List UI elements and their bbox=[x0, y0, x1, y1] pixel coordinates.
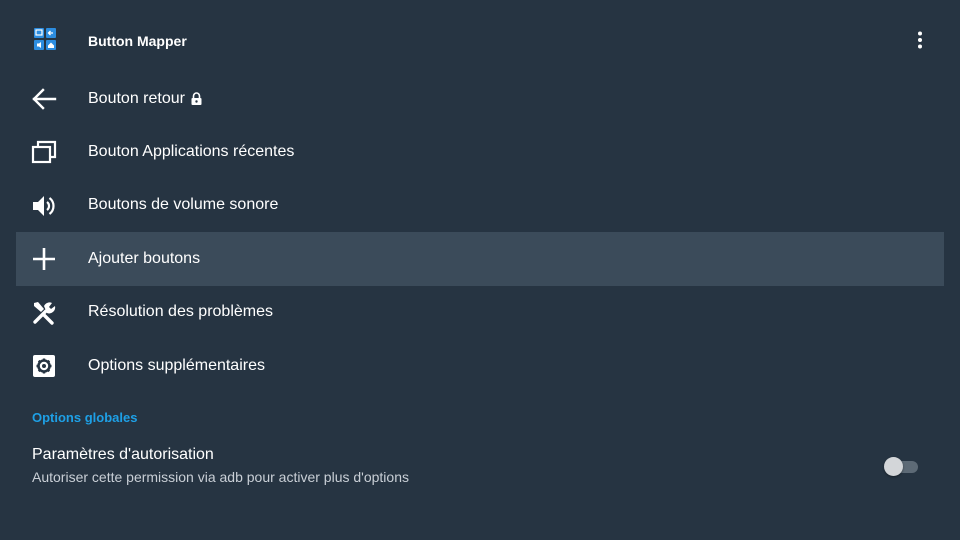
toggle-thumb bbox=[884, 457, 903, 476]
menu-item-troubleshooting[interactable]: Résolution des problèmes bbox=[16, 286, 944, 339]
menu-item-label: Options supplémentaires bbox=[88, 356, 265, 374]
tools-icon bbox=[30, 299, 58, 327]
app-logo-icon bbox=[34, 28, 56, 50]
recent-apps-icon bbox=[30, 138, 58, 166]
authorization-title: Paramètres d'autorisation bbox=[32, 446, 214, 463]
menu-item-label: Ajouter boutons bbox=[88, 249, 201, 267]
button-mapper-screen: Button Mapper Bouton retour Bouton Appli… bbox=[0, 0, 960, 540]
menu-item-label: Résolution des problèmes bbox=[88, 303, 273, 321]
arrow-back-icon bbox=[30, 85, 58, 113]
authorization-settings-row[interactable]: Paramètres d'autorisation Autoriser cett… bbox=[16, 438, 944, 494]
plus-icon bbox=[30, 245, 58, 273]
overflow-menu-button[interactable] bbox=[904, 24, 936, 56]
app-title: Button Mapper bbox=[88, 33, 187, 49]
menu-item-label: Bouton Applications récentes bbox=[88, 143, 295, 161]
section-header-global-options: Options globales bbox=[32, 410, 138, 425]
authorization-toggle-switch[interactable] bbox=[884, 456, 920, 476]
menu-item-label: Boutons de volume sonore bbox=[88, 196, 279, 214]
more-vert-icon bbox=[918, 31, 922, 49]
authorization-summary: Autoriser cette permission via adb pour … bbox=[32, 469, 409, 485]
volume-icon bbox=[30, 192, 58, 220]
menu-item-volume-buttons[interactable]: Boutons de volume sonore bbox=[16, 179, 944, 232]
menu-item-back-button[interactable]: Bouton retour bbox=[16, 72, 944, 125]
main-menu: Bouton retour Bouton Applications récent… bbox=[16, 72, 944, 392]
menu-item-label: Bouton retour bbox=[88, 72, 202, 125]
menu-item-recent-apps[interactable]: Bouton Applications récentes bbox=[16, 125, 944, 178]
menu-item-add-buttons[interactable]: Ajouter boutons bbox=[16, 232, 944, 286]
settings-box-icon bbox=[30, 352, 58, 380]
app-header: Button Mapper bbox=[0, 0, 960, 80]
menu-item-extra-options[interactable]: Options supplémentaires bbox=[16, 339, 944, 392]
lock-icon bbox=[191, 92, 202, 106]
